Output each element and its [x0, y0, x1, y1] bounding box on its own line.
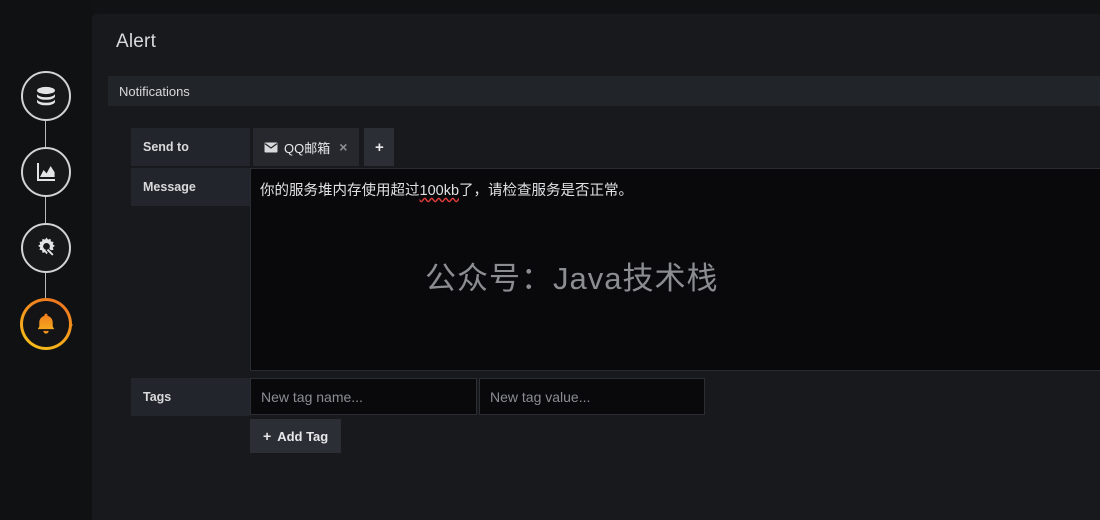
message-value-part-1: 你的服务堆内存使用超过 — [260, 183, 420, 199]
plus-icon: + — [263, 428, 272, 444]
send-to-label: Send to — [131, 128, 250, 166]
notification-channel-chip[interactable]: QQ邮箱 × — [253, 128, 360, 166]
step-bubble-visualization[interactable] — [21, 147, 71, 197]
envelope-icon — [264, 142, 278, 153]
sidebar-step-query[interactable] — [0, 58, 92, 144]
message-label: Message — [131, 168, 250, 206]
new-tag-name-input[interactable] — [250, 378, 477, 415]
gear-wrench-icon — [33, 235, 60, 262]
tags-label: Tags — [131, 378, 250, 416]
section-header-label: Notifications — [119, 83, 190, 99]
watermark-text: 公众号：Java技术栈 — [425, 261, 719, 296]
alert-notifications-screen: Alert Notifications Send to QQ邮箱 × + Mes… — [0, 0, 1100, 520]
sidebar-step-general[interactable] — [0, 200, 92, 296]
page-title: Alert — [116, 31, 157, 52]
tags-inputs-group — [250, 378, 705, 415]
section-header-notifications: Notifications — [108, 76, 1100, 106]
new-tag-value-input[interactable] — [479, 378, 705, 415]
stepper-list — [0, 58, 92, 362]
sidebar-step-visualization[interactable] — [0, 124, 92, 220]
add-tag-button[interactable]: + Add Tag — [250, 419, 342, 453]
main-panel: Alert Notifications Send to QQ邮箱 × + Mes… — [92, 14, 1100, 520]
edit-panel-stepper-sidebar — [0, 0, 92, 520]
add-tag-button-label: Add Tag — [277, 428, 329, 444]
notifications-form: Send to QQ邮箱 × + Message 你的服务堆内存使用超过100k… — [131, 128, 1100, 453]
sidebar-step-alert[interactable] — [0, 276, 92, 362]
form-row-send-to: Send to QQ邮箱 × + — [131, 128, 1100, 166]
step-bubble-query[interactable] — [21, 71, 71, 121]
message-value-part-2: 了，请检查服务是否正常。 — [459, 183, 634, 199]
form-row-tags: Tags — [131, 378, 1100, 416]
message-textarea[interactable]: 你的服务堆内存使用超过100kb了，请检查服务是否正常。 公众号：Java技术栈 — [250, 168, 1100, 371]
step-bubble-general[interactable] — [21, 223, 71, 273]
message-value: 你的服务堆内存使用超过100kb了，请检查服务是否正常。 — [260, 179, 633, 200]
notification-channel-name: QQ邮箱 — [284, 140, 331, 156]
graph-panel-icon — [33, 159, 59, 185]
message-value-misspelled: 100kb — [419, 183, 460, 199]
form-row-message: Message 你的服务堆内存使用超过100kb了，请检查服务是否正常。 公众号… — [131, 168, 1100, 371]
send-to-field: QQ邮箱 × + — [250, 128, 395, 166]
remove-channel-icon[interactable]: × — [339, 140, 347, 154]
database-icon — [33, 83, 59, 109]
step-bubble-alert[interactable] — [20, 298, 72, 350]
bell-icon — [33, 311, 59, 337]
add-tag-row: + Add Tag — [131, 419, 1100, 453]
add-channel-button[interactable]: + — [364, 128, 395, 166]
